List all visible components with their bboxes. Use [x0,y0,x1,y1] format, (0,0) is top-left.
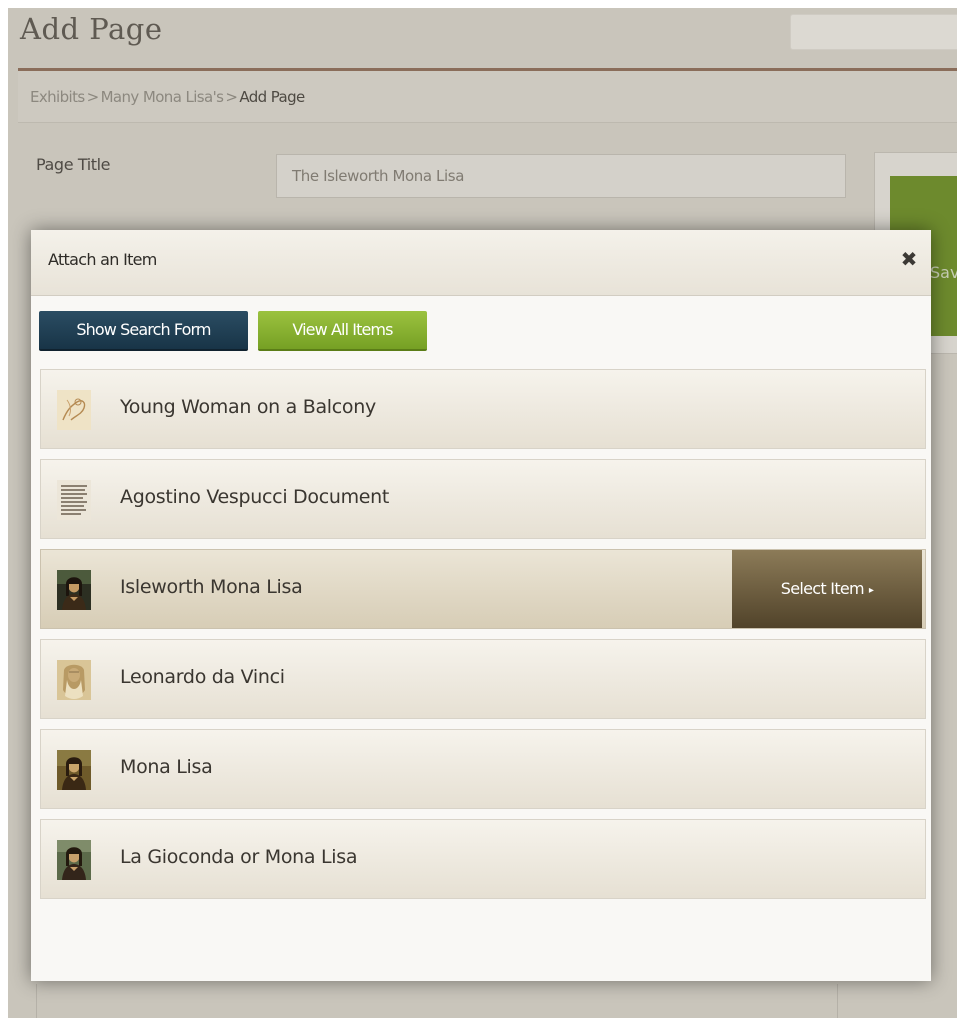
item-label: Isleworth Mona Lisa [120,576,303,598]
attach-item-modal: Attach an Item ✖ Show Search Form View A… [31,230,931,981]
select-item-label: Select Item [780,579,865,598]
breadcrumb-exhibits[interactable]: Exhibits [30,88,85,106]
save-button-label: Sav [930,263,957,282]
select-item-button[interactable]: Select Item ▸ [732,550,922,628]
self-portrait-thumbnail-icon [57,660,91,700]
item-label: Mona Lisa [120,756,213,778]
list-item[interactable]: Mona Lisa [40,729,926,809]
item-label: Leonardo da Vinci [120,666,285,688]
item-list: Young Woman on a Balcony Agostino Vespuc… [40,369,926,909]
list-item-selected[interactable]: Isleworth Mona Lisa Select Item ▸ [40,549,926,629]
sketch-thumbnail-icon [57,390,91,430]
item-label: La Gioconda or Mona Lisa [120,846,358,868]
modal-title: Attach an Item [48,250,157,269]
content-area [36,984,838,1018]
document-thumbnail-icon [57,480,91,520]
item-label: Agostino Vespucci Document [120,486,390,508]
breadcrumb-exhibit[interactable]: Many Mona Lisa's [101,88,224,106]
show-search-form-button[interactable]: Show Search Form [39,311,248,351]
breadcrumb-separator: > [86,88,100,106]
item-label: Young Woman on a Balcony [120,396,376,418]
list-item[interactable]: La Gioconda or Mona Lisa [40,819,926,899]
portrait-thumbnail-icon [57,840,91,880]
portrait-thumbnail-icon [57,570,91,610]
page-title-input[interactable]: The Isleworth Mona Lisa [276,154,846,198]
list-item[interactable]: Agostino Vespucci Document [40,459,926,539]
breadcrumb: Exhibits > Many Mona Lisa's > Add Page [18,71,957,123]
portrait-thumbnail-icon [57,750,91,790]
top-search-field[interactable] [790,14,957,50]
breadcrumb-current: Add Page [239,88,305,106]
list-item[interactable]: Young Woman on a Balcony [40,369,926,449]
breadcrumb-separator: > [225,88,238,106]
page-title: Add Page [20,12,163,46]
close-icon[interactable]: ✖ [897,245,921,273]
arrow-right-icon: ▸ [868,585,874,596]
modal-header: Attach an Item ✖ [31,230,931,296]
view-all-items-button[interactable]: View All Items [258,311,427,351]
list-item[interactable]: Leonardo da Vinci [40,639,926,719]
page-title-label: Page Title [36,155,111,174]
